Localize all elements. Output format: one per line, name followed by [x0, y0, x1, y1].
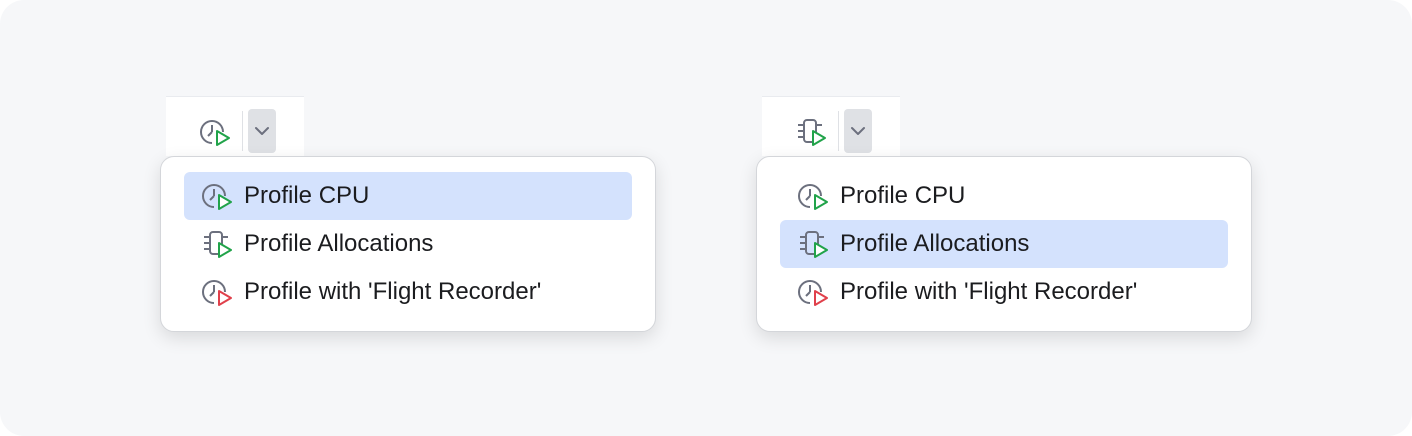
menu-item-profile-flight-recorder[interactable]: Profile with 'Flight Recorder' [184, 268, 632, 316]
canvas: Profile CPU Profile Allocations Profile … [0, 0, 1412, 436]
profiler-dropdown-button[interactable] [248, 109, 276, 153]
profiler-menu: Profile CPU Profile Allocations Profile … [756, 156, 1252, 332]
flight-recorder-icon [796, 276, 830, 308]
chevron-down-icon [851, 127, 865, 135]
menu-item-profile-cpu[interactable]: Profile CPU [780, 172, 1228, 220]
cpu-profile-icon [200, 180, 234, 212]
menu-item-label: Profile CPU [244, 182, 370, 209]
profiler-menu: Profile CPU Profile Allocations Profile … [160, 156, 656, 332]
profiler-toolbar [762, 96, 900, 156]
allocations-profile-icon [796, 228, 830, 260]
menu-item-label: Profile Allocations [840, 230, 1030, 257]
flight-recorder-icon [200, 276, 234, 308]
menu-item-label: Profile Allocations [244, 230, 434, 257]
cpu-profile-icon[interactable] [198, 116, 232, 148]
cpu-profile-icon [796, 180, 830, 212]
menu-item-label: Profile with 'Flight Recorder' [840, 278, 1138, 305]
menu-item-profile-allocations[interactable]: Profile Allocations [184, 220, 632, 268]
menu-item-profile-allocations[interactable]: Profile Allocations [780, 220, 1228, 268]
profiler-toolbar [166, 96, 304, 156]
toolbar-separator [838, 111, 839, 151]
profiler-dropdown-button[interactable] [844, 109, 872, 153]
toolbar-separator [242, 111, 243, 151]
menu-item-profile-cpu[interactable]: Profile CPU [184, 172, 632, 220]
chevron-down-icon [255, 127, 269, 135]
allocations-profile-icon[interactable] [794, 116, 828, 148]
menu-item-label: Profile with 'Flight Recorder' [244, 278, 542, 305]
allocations-profile-icon [200, 228, 234, 260]
menu-item-profile-flight-recorder[interactable]: Profile with 'Flight Recorder' [780, 268, 1228, 316]
menu-item-label: Profile CPU [840, 182, 966, 209]
